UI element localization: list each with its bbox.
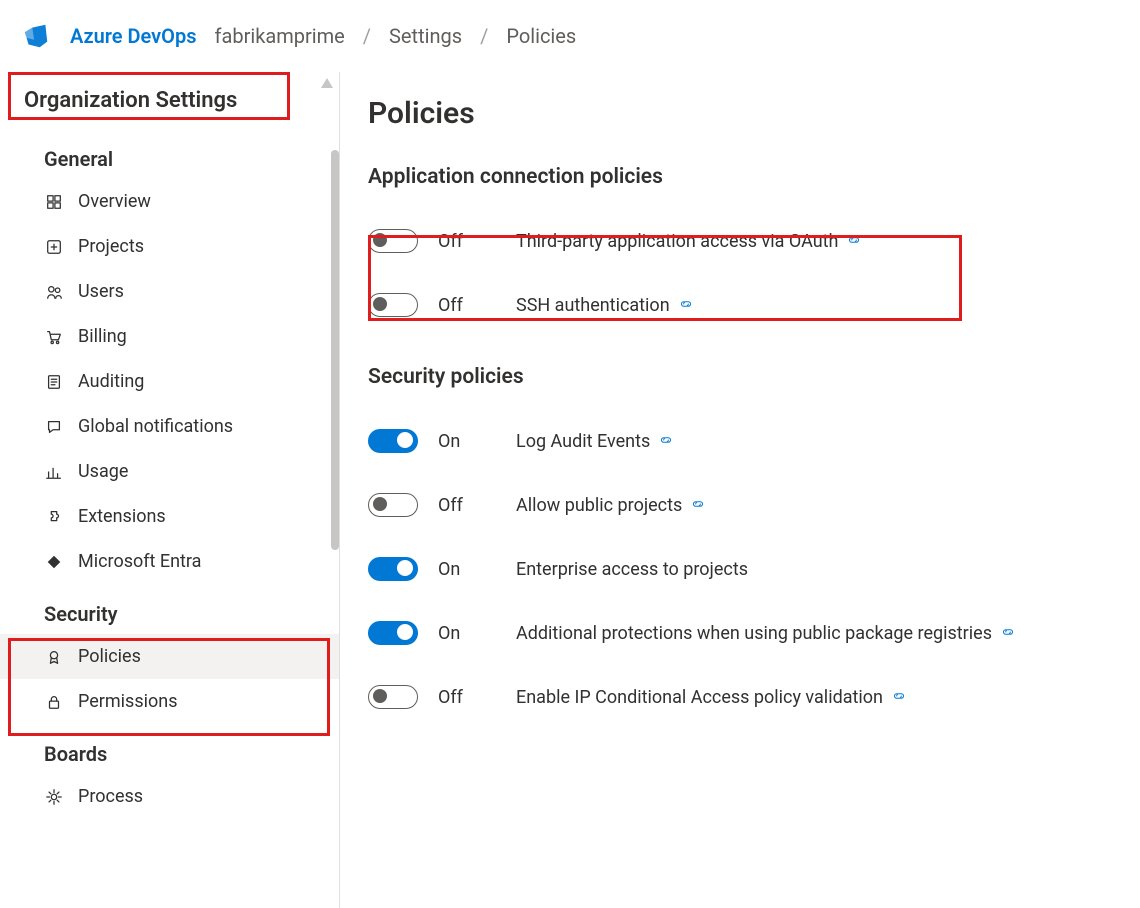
link-icon[interactable] [658,434,674,448]
policy-label-text: Log Audit Events [516,431,650,452]
sidebar-item-label: Auditing [78,371,144,392]
sidebar-item-policies[interactable]: Policies [0,634,339,679]
gear-icon [44,787,64,807]
policy-toggle[interactable] [368,293,418,317]
crumb-separator: / [480,24,488,48]
sidebar-item-label: Permissions [78,691,178,712]
header: Azure DevOps fabrikamprime / Settings / … [0,0,1140,72]
toggle-state-label: Off [438,687,496,708]
sidebar: Organization Settings General Overview Pro… [0,72,340,908]
policy-toggle[interactable] [368,557,418,581]
scroll-up-icon[interactable] [321,78,333,88]
sidebar-item-label: Projects [78,236,144,257]
toggle-state-label: Off [438,231,496,252]
policy-label: Allow public projects [516,495,706,516]
diamond-icon [44,552,64,572]
link-icon[interactable] [891,690,907,704]
policy-row: On Log Audit Events [368,409,1140,473]
lock-icon [44,692,64,712]
link-icon[interactable] [1000,626,1016,640]
policy-label-text: Enable IP Conditional Access policy vali… [516,687,883,708]
sidebar-section-heading: Security [0,584,339,634]
sidebar-item-label: Billing [78,326,127,347]
policy-group-heading: Security policies [368,365,1140,389]
policy-row: On Enterprise access to projects [368,537,1140,601]
policy-toggle[interactable] [368,685,418,709]
sidebar-item-label: Policies [78,646,141,667]
sidebar-item-users[interactable]: Users [0,269,339,314]
sidebar-title: Organization Settings [0,80,339,129]
policy-label-text: Third-party application access via OAuth [516,231,838,252]
sidebar-item-label: Process [78,786,143,807]
sidebar-item-process[interactable]: Process [0,774,339,819]
rosette-icon [44,647,64,667]
cart-icon [44,327,64,347]
policy-toggle[interactable] [368,493,418,517]
sidebar-item-projects[interactable]: Projects [0,224,339,269]
policy-row: On Additional protections when using publ… [368,601,1140,665]
puzzle-icon [44,507,64,527]
sidebar-scrollbar[interactable] [331,150,339,550]
policy-row: Off Enable IP Conditional Access policy v… [368,665,1140,729]
sidebar-item-label: Usage [78,461,128,482]
sidebar-item-overview[interactable]: Overview [0,179,339,224]
toggle-state-label: Off [438,495,496,516]
policy-toggle[interactable] [368,229,418,253]
policy-label: Enable IP Conditional Access policy vali… [516,687,907,708]
link-icon[interactable] [690,498,706,512]
sidebar-item-auditing[interactable]: Auditing [0,359,339,404]
link-icon[interactable] [678,298,694,312]
policy-row: Off Third-party application access via OA… [368,209,1140,273]
sidebar-item-global-notifications[interactable]: Global notifications [0,404,339,449]
sidebar-item-billing[interactable]: Billing [0,314,339,359]
receipt-icon [44,372,64,392]
plus-box-icon [44,237,64,257]
toggle-state-label: On [438,559,496,580]
grid-icon [44,192,64,212]
sidebar-item-label: Global notifications [78,416,233,437]
sidebar-item-usage[interactable]: Usage [0,449,339,494]
policy-group-heading: Application connection policies [368,165,1140,189]
sidebar-item-microsoft-entra[interactable]: Microsoft Entra [0,539,339,584]
sidebar-item-label: Overview [78,191,151,212]
comment-icon [44,417,64,437]
policy-label-text: SSH authentication [516,295,670,316]
sidebar-item-label: Users [78,281,124,302]
sidebar-item-label: Extensions [78,506,166,527]
link-icon[interactable] [846,234,862,248]
toggle-state-label: On [438,623,496,644]
policy-toggle[interactable] [368,621,418,645]
people-icon [44,282,64,302]
policy-row: Off SSH authentication [368,273,1140,337]
policy-label: Third-party application access via OAuth [516,231,862,252]
policy-label-text: Enterprise access to projects [516,559,748,580]
main-content: Policies Application connection policies… [340,72,1140,908]
crumb-policies[interactable]: Policies [506,24,576,48]
toggle-state-label: On [438,431,496,452]
chart-icon [44,462,64,482]
sidebar-item-extensions[interactable]: Extensions [0,494,339,539]
sidebar-section-heading: General [0,129,339,179]
brand-link[interactable]: Azure DevOps [70,24,197,48]
sidebar-item-label: Microsoft Entra [78,551,201,572]
toggle-state-label: Off [438,295,496,316]
policy-label: Enterprise access to projects [516,559,748,580]
crumb-separator: / [363,24,371,48]
sidebar-section-heading: Boards [0,724,339,774]
policy-label: SSH authentication [516,295,694,316]
sidebar-item-permissions[interactable]: Permissions [0,679,339,724]
policy-toggle[interactable] [368,429,418,453]
policy-row: Off Allow public projects [368,473,1140,537]
policy-label: Log Audit Events [516,431,674,452]
azure-devops-logo-icon[interactable] [20,20,52,52]
policy-label-text: Additional protections when using public… [516,623,992,644]
crumb-settings[interactable]: Settings [389,24,462,48]
policy-label-text: Allow public projects [516,495,682,516]
breadcrumb: fabrikamprime / Settings / Policies [215,24,577,48]
policy-label: Additional protections when using public… [516,623,1016,644]
page-title: Policies [368,96,1140,131]
crumb-org[interactable]: fabrikamprime [215,24,345,48]
